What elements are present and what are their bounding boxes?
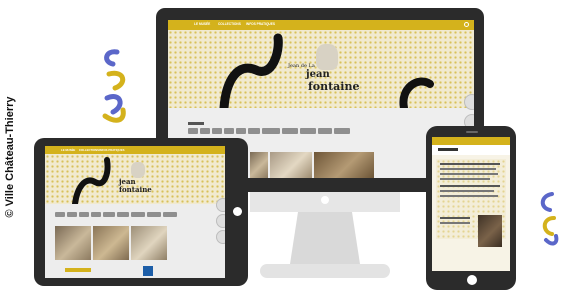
collection-thumbnail[interactable] [131, 226, 167, 260]
decorative-swirls-right [540, 192, 559, 246]
filter-button[interactable] [300, 128, 316, 134]
filter-button[interactable] [91, 212, 101, 217]
side-widget[interactable] [464, 94, 474, 110]
filter-button[interactable] [334, 128, 350, 134]
section-heading [188, 122, 204, 125]
photo-credit: © Ville Château-Thierry [4, 96, 16, 218]
phone-home-button[interactable] [467, 275, 477, 285]
filter-button[interactable] [103, 212, 115, 217]
phone-speaker [466, 131, 478, 133]
nav-item-musee[interactable]: LE MUSÉE [194, 22, 210, 26]
filter-button[interactable] [67, 212, 77, 217]
side-widget[interactable] [216, 214, 225, 228]
portrait-painting[interactable] [478, 215, 502, 247]
desktop-hero: Jean de La jean fontaine [168, 30, 474, 108]
collection-thumbnail[interactable] [314, 152, 374, 178]
text-line [440, 173, 498, 175]
filter-button[interactable] [212, 128, 222, 134]
search-icon[interactable] [464, 22, 469, 27]
filter-button[interactable] [318, 128, 332, 134]
fontaine-portrait-icon [316, 44, 338, 70]
collection-thumbnail[interactable] [93, 226, 129, 260]
logo-line-1: jean [306, 69, 330, 80]
text-line [440, 163, 500, 165]
side-widget[interactable] [216, 230, 225, 244]
filter-button[interactable] [79, 212, 89, 217]
fontaine-portrait-icon [131, 162, 145, 178]
tablet-home-button[interactable] [233, 207, 242, 216]
partner-logo [143, 266, 153, 276]
text-line [440, 190, 494, 192]
tablet-screen: LE MUSÉE COLLECTIONS INFOS PRATIQUES jea… [45, 146, 225, 278]
tablet-nav-bar: LE MUSÉE COLLECTIONS INFOS PRATIQUES [45, 146, 225, 154]
text-line [440, 222, 470, 224]
filter-button[interactable] [248, 128, 260, 134]
nav-item-infos[interactable]: INFOS PRATIQUES [246, 22, 275, 26]
logo-line-1: jean [119, 177, 136, 186]
decorative-swirls [102, 49, 126, 123]
monitor-stand [250, 190, 400, 278]
page-title [438, 148, 458, 151]
filter-button[interactable] [188, 128, 198, 134]
filter-button[interactable] [282, 128, 298, 134]
text-line [440, 195, 498, 197]
nav-item-infos[interactable]: INFOS PRATIQUES [99, 148, 124, 152]
phone-nav-bar [432, 137, 510, 145]
collection-thumbnail[interactable] [55, 226, 91, 260]
filter-button[interactable] [163, 212, 177, 217]
nav-item-collections[interactable]: COLLECTIONS [218, 22, 241, 26]
footer-logo [65, 268, 91, 272]
desktop-nav-bar: LE MUSÉE COLLECTIONS INFOS PRATIQUES [168, 20, 474, 30]
text-line [440, 178, 490, 180]
filter-button[interactable] [117, 212, 129, 217]
tablet-content [45, 204, 225, 278]
filter-button[interactable] [131, 212, 145, 217]
filter-button[interactable] [224, 128, 234, 134]
filter-button[interactable] [262, 128, 280, 134]
filter-button[interactable] [236, 128, 246, 134]
phone-screen [432, 137, 510, 271]
text-line [440, 217, 470, 219]
collection-thumbnail[interactable] [270, 152, 312, 178]
phone-header [432, 145, 510, 155]
side-widget[interactable] [216, 198, 225, 212]
text-line [440, 185, 500, 187]
text-line [440, 168, 496, 170]
tablet-hero: jean fontaine [45, 154, 225, 204]
logo-line-2: fontaine [119, 185, 152, 194]
nav-item-collections[interactable]: COLLECTIONS [79, 148, 99, 152]
nav-item-musee[interactable]: LE MUSÉE [61, 148, 75, 152]
filter-button[interactable] [55, 212, 65, 217]
filter-button[interactable] [200, 128, 210, 134]
filter-button[interactable] [147, 212, 161, 217]
collection-thumbnail[interactable] [250, 152, 268, 178]
logo-line-2: fontaine [308, 80, 360, 93]
